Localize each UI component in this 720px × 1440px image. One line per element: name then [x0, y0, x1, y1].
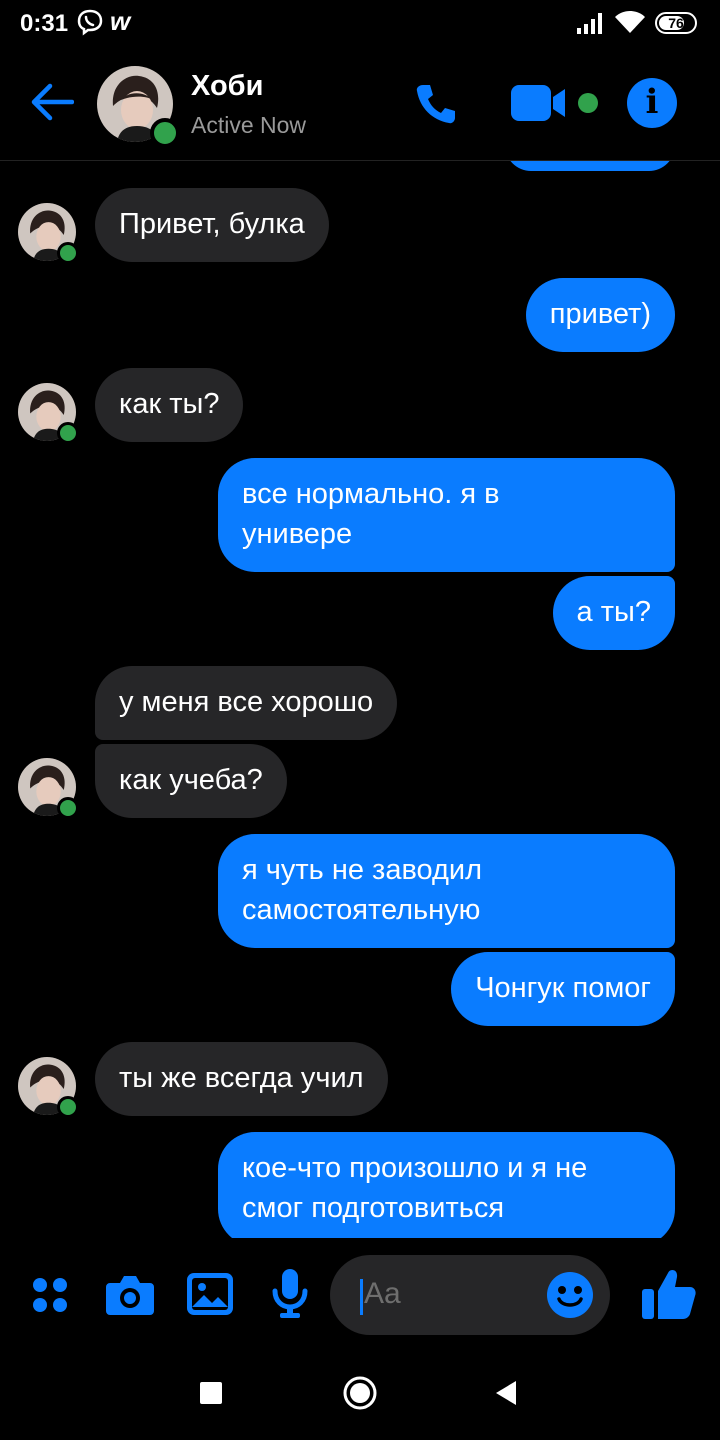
message-bubble[interactable]: Чонгук помог	[451, 952, 675, 1026]
camera-icon[interactable]	[106, 1273, 154, 1315]
status-time: 0:31	[20, 10, 69, 37]
message-bubble[interactable]: как учеба?	[95, 744, 287, 818]
menu-dots-icon[interactable]	[30, 1275, 70, 1315]
system-nav-bar	[0, 1350, 720, 1440]
back-icon[interactable]	[494, 1380, 518, 1406]
cell-signal-icon	[577, 13, 602, 34]
emoji-icon[interactable]	[547, 1272, 593, 1318]
back-arrow-icon[interactable]	[28, 82, 74, 122]
thumbs-up-icon[interactable]	[642, 1267, 696, 1321]
message-bubble[interactable]: кое-что произошло и я не смог подготовит…	[218, 1132, 675, 1238]
video-camera-icon[interactable]	[511, 85, 569, 121]
online-indicator	[57, 422, 79, 444]
message-list[interactable]: Привет, булка привет) как ты? все нормал…	[0, 161, 720, 1238]
recent-apps-icon[interactable]	[200, 1382, 222, 1404]
battery-indicator: 76	[655, 12, 697, 34]
wattpad-icon: w	[110, 6, 131, 36]
message-bubble[interactable]: как ты?	[95, 368, 244, 442]
microphone-icon[interactable]	[272, 1269, 308, 1319]
image-icon[interactable]	[187, 1273, 233, 1315]
text-cursor	[360, 1279, 363, 1315]
message-bubble[interactable]: ты же всегда учил	[95, 1042, 388, 1116]
composer-bar: Aa	[0, 1245, 720, 1345]
message-bubble[interactable]: привет)	[525, 278, 675, 352]
message-input[interactable]: Aa	[330, 1255, 610, 1335]
battery-text: 76	[668, 15, 684, 31]
info-icon[interactable]: i	[627, 78, 677, 128]
phone-icon[interactable]	[414, 82, 458, 126]
home-icon[interactable]	[342, 1375, 378, 1411]
online-indicator	[57, 242, 79, 264]
message-bubble[interactable]: а ты?	[552, 576, 675, 650]
message-bubble[interactable]: я чуть не заводил самостоятельную	[218, 834, 675, 948]
online-indicator	[150, 118, 180, 148]
online-indicator	[57, 1096, 79, 1118]
message-bubble[interactable]: Привет, булка	[95, 188, 329, 262]
contact-status: Active Now	[191, 112, 307, 138]
message-placeholder: Aa	[364, 1277, 401, 1310]
video-available-dot	[578, 93, 598, 113]
online-indicator	[57, 797, 79, 819]
viber-icon	[77, 9, 103, 36]
status-bar: 0:31 w 76	[0, 0, 720, 50]
message-bubble[interactable]: все нормально. я в универе	[218, 458, 675, 572]
conversation-header: Хоби Active Now i	[0, 52, 720, 161]
message-bubble[interactable]: у меня все хорошо	[95, 666, 398, 740]
partial-message-bubble[interactable]	[505, 161, 675, 171]
wifi-icon	[615, 11, 645, 33]
contact-name[interactable]: Хоби	[191, 70, 263, 103]
